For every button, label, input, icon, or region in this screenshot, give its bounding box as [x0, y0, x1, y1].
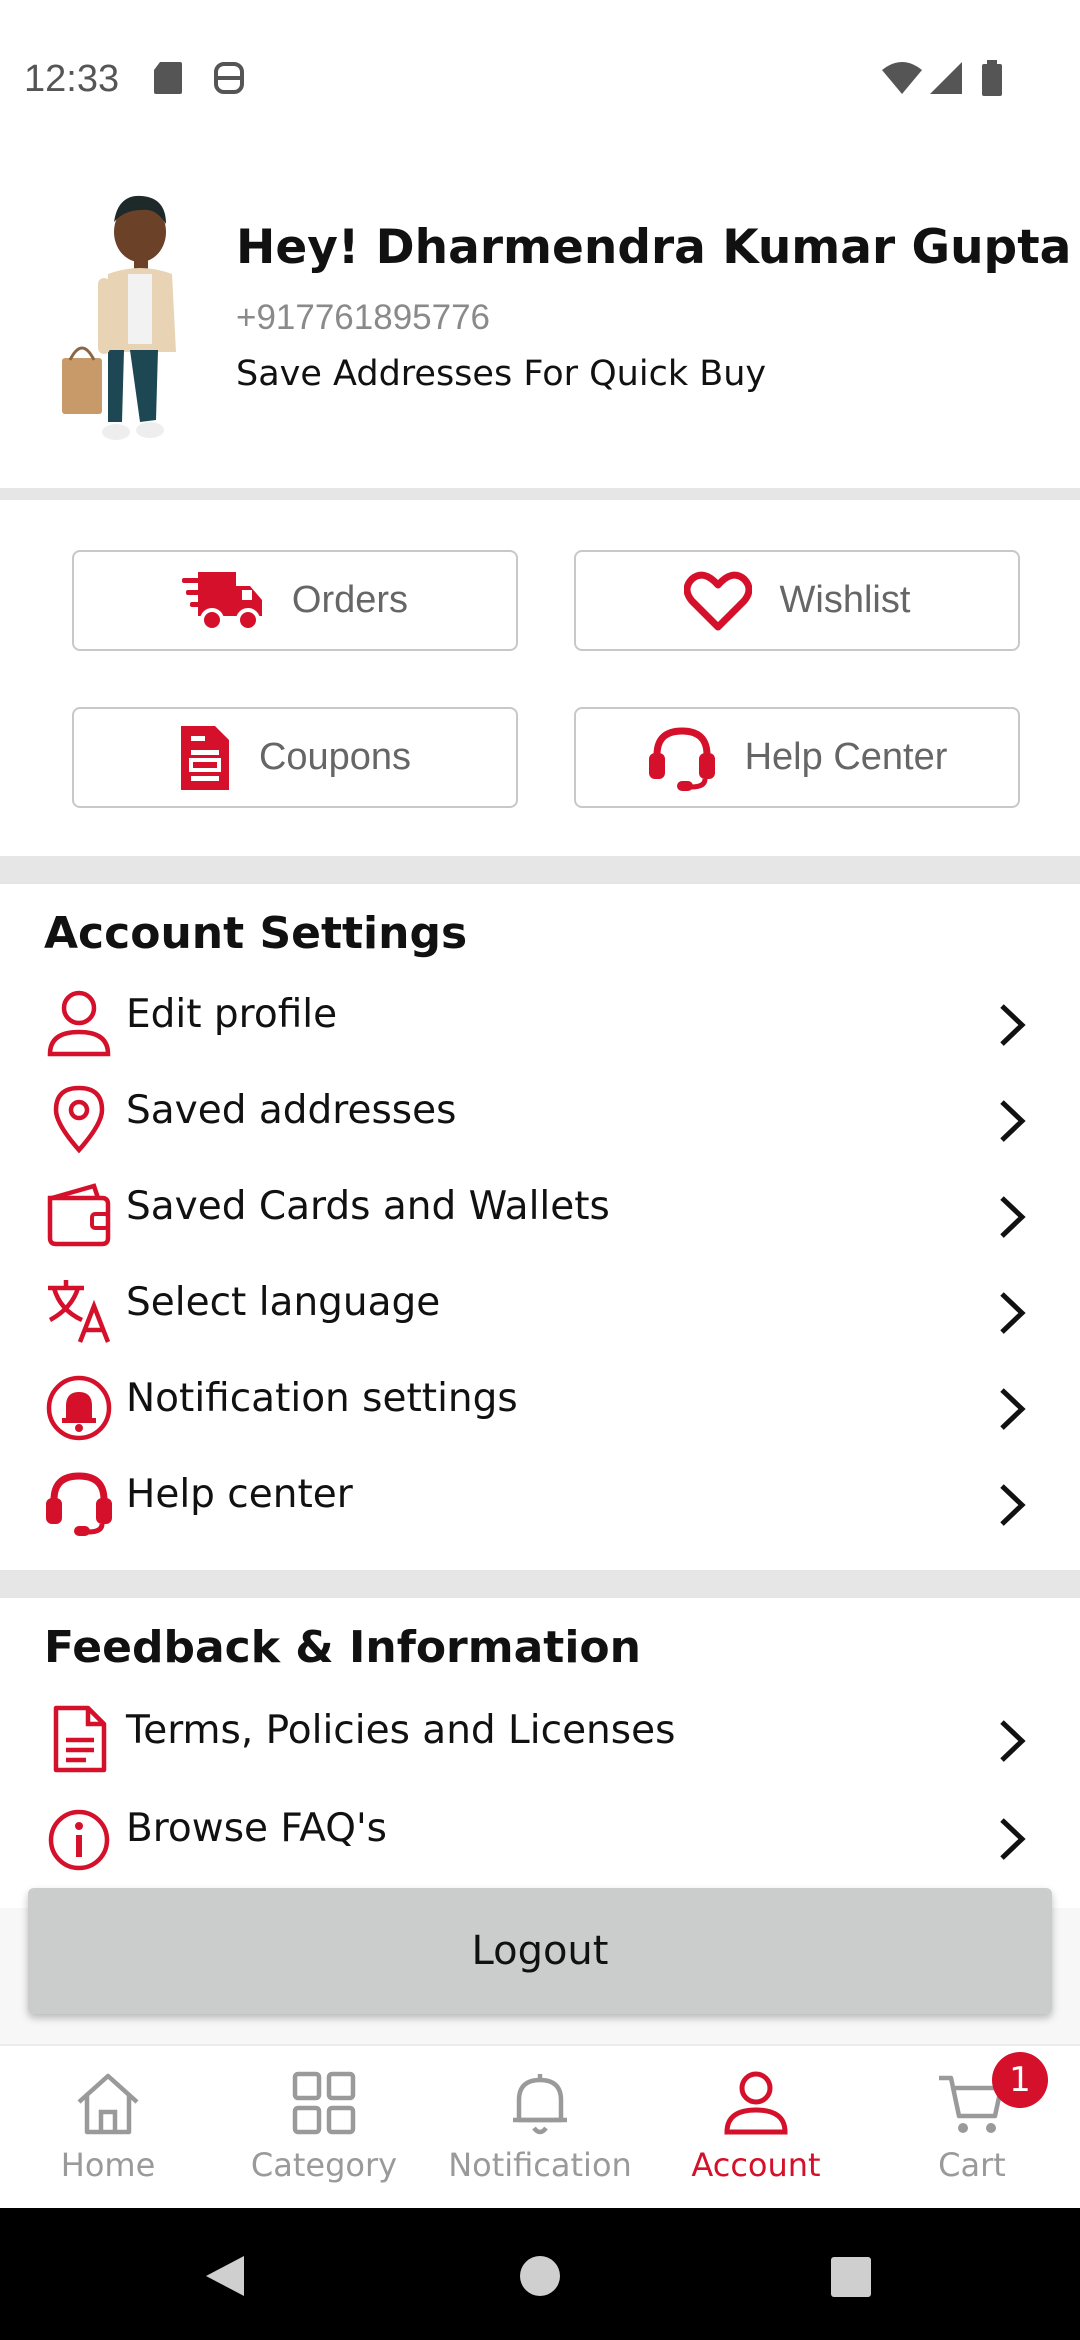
user-icon [47, 990, 111, 1057]
nav-home[interactable]: Home [0, 2046, 216, 2210]
avatar [62, 195, 176, 440]
help-center-button[interactable]: Help Center [574, 707, 1020, 808]
status-bar: 12:33 [0, 0, 1080, 160]
notification-settings-label: Notification settings [126, 1376, 518, 1421]
vpn-key-icon [214, 62, 244, 94]
edit-profile-label: Edit profile [126, 992, 338, 1037]
sd-card-icon [154, 62, 182, 94]
divider [0, 1570, 1080, 1598]
nav-notification[interactable]: Notification [432, 2046, 648, 2210]
user-icon [724, 2071, 788, 2135]
translate-icon [48, 1280, 111, 1343]
chevron-right-icon [1000, 1818, 1026, 1860]
nav-category-label: Category [250, 2146, 398, 2184]
nav-cart[interactable]: Cart [864, 2046, 1080, 2210]
bottom-nav: Home Category Notification Account Cart [0, 2044, 1080, 2208]
home-circle-icon[interactable] [518, 2254, 562, 2298]
feedback-title: Feedback & Information [44, 1622, 641, 1673]
status-time: 12:33 [24, 58, 120, 100]
grid-icon [292, 2071, 356, 2135]
info-icon [48, 1809, 110, 1871]
chevron-right-icon [1000, 1196, 1026, 1238]
logout-button[interactable]: Logout [28, 1888, 1052, 2014]
orders-button[interactable]: Orders [72, 550, 518, 651]
divider [0, 856, 1080, 884]
browse-faqs-row[interactable]: Browse FAQ's [0, 1792, 1080, 1882]
bell-icon [513, 2074, 567, 2135]
help-center-label: Help Center [744, 736, 948, 778]
save-addresses-link[interactable]: Save Addresses For Quick Buy [236, 354, 766, 394]
heart-icon [683, 571, 752, 630]
wishlist-label: Wishlist [779, 579, 911, 621]
feedback-section: Feedback & Information Terms, Policies a… [0, 1598, 1080, 1908]
chevron-right-icon [1000, 1720, 1026, 1762]
chevron-right-icon [1000, 1292, 1026, 1334]
document-icon [53, 1705, 107, 1773]
nav-account[interactable]: Account [648, 2046, 864, 2210]
nav-cart-label: Cart [938, 2146, 1006, 2184]
system-navigation-bar [0, 2208, 1080, 2340]
terms-policies-row[interactable]: Terms, Policies and Licenses [0, 1694, 1080, 1784]
coupon-icon [180, 725, 229, 790]
bell-icon [46, 1375, 112, 1441]
chevron-right-icon [1000, 1388, 1026, 1430]
edit-profile-row[interactable]: Edit profile [0, 978, 1080, 1068]
chevron-right-icon [1000, 1004, 1026, 1046]
divider [0, 488, 1080, 500]
select-language-label: Select language [126, 1280, 441, 1325]
browse-faqs-label: Browse FAQ's [126, 1806, 387, 1851]
location-pin-icon [53, 1085, 105, 1154]
orders-label: Orders [291, 579, 409, 621]
cart-badge: 1 [992, 2052, 1048, 2108]
headset-icon [648, 726, 715, 791]
help-center-row[interactable]: Help center [0, 1458, 1080, 1548]
wifi-icon [882, 62, 922, 94]
recents-icon[interactable] [830, 2256, 872, 2298]
signal-icon [930, 62, 962, 94]
nav-category[interactable]: Category [216, 2046, 432, 2210]
coupons-label: Coupons [258, 736, 412, 778]
nav-home-label: Home [60, 2146, 156, 2184]
saved-cards-wallets-row[interactable]: Saved Cards and Wallets [0, 1170, 1080, 1260]
nav-notification-label: Notification [448, 2146, 632, 2184]
wallet-icon [47, 1183, 111, 1247]
coupons-button[interactable]: Coupons [72, 707, 518, 808]
saved-addresses-row[interactable]: Saved addresses [0, 1074, 1080, 1164]
account-settings-section: Account Settings Edit profile Saved addr… [0, 884, 1080, 1570]
nav-account-label: Account [691, 2146, 821, 2184]
chevron-right-icon [1000, 1100, 1026, 1142]
battery-icon [982, 60, 1002, 96]
profile-name: Hey! Dharmendra Kumar Gupta [236, 220, 1072, 275]
account-settings-title: Account Settings [44, 908, 468, 959]
quick-actions: Orders Wishlist Coupons Help Center [0, 500, 1080, 856]
home-icon [77, 2073, 139, 2135]
chevron-right-icon [1000, 1484, 1026, 1526]
terms-policies-label: Terms, Policies and Licenses [126, 1708, 676, 1753]
back-icon[interactable] [204, 2254, 246, 2298]
saved-addresses-label: Saved addresses [126, 1088, 457, 1133]
saved-cards-wallets-label: Saved Cards and Wallets [126, 1184, 610, 1229]
select-language-row[interactable]: Select language [0, 1266, 1080, 1356]
notification-settings-row[interactable]: Notification settings [0, 1362, 1080, 1452]
help-center-label: Help center [126, 1472, 353, 1517]
wishlist-button[interactable]: Wishlist [574, 550, 1020, 651]
truck-icon [181, 571, 262, 632]
profile-header: Hey! Dharmendra Kumar Gupta +91776189577… [0, 160, 1080, 488]
headset-icon [46, 1472, 112, 1536]
profile-phone: +917761895776 [236, 298, 491, 337]
